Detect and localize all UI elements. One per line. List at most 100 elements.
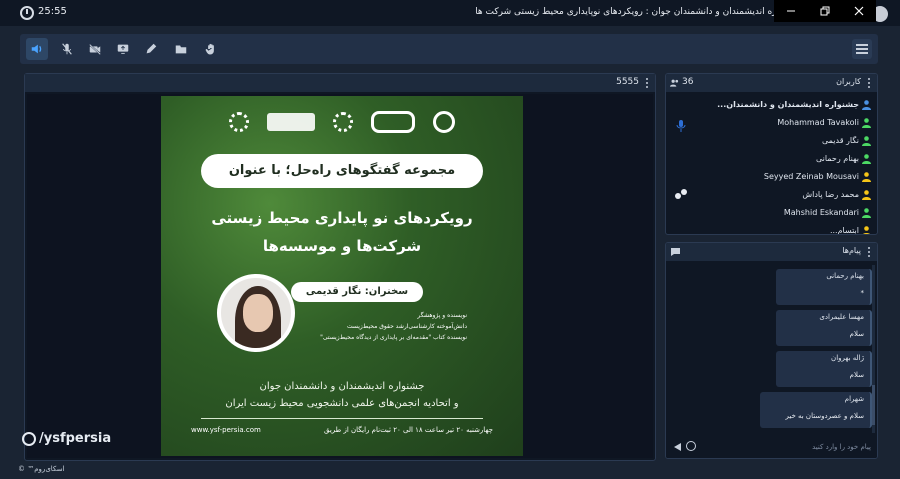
logo-2	[267, 113, 315, 131]
user-list-item[interactable]: Mahshid Eskandari	[666, 205, 877, 222]
mic-off-icon	[62, 43, 72, 55]
users-icon	[670, 79, 679, 87]
logo-5	[433, 111, 455, 133]
message-text: *	[860, 289, 865, 297]
restore-icon	[820, 6, 830, 16]
user-list-item[interactable]: جشنواره اندیشمندان و دانشمندان...	[666, 97, 877, 114]
users-more-icon[interactable]	[868, 78, 871, 88]
user-name: Mahshid Eskandari	[783, 208, 859, 217]
close-button[interactable]	[842, 0, 876, 22]
window-title: جشنواره اندیشمندان و دانشمندان جوان : رو…	[475, 7, 800, 17]
message-text: سلام	[849, 371, 864, 379]
user-icon	[863, 226, 870, 234]
user-list-item[interactable]: محمد رضا پاداش	[666, 187, 877, 204]
message-text: سلام	[849, 330, 864, 338]
session-timer: 25:55	[38, 6, 67, 17]
speaker-button[interactable]	[26, 38, 48, 60]
title-bar: 25:55 جشنواره اندیشمندان و دانشمندان جوا…	[0, 0, 900, 26]
users-panel-title: کاربران	[836, 77, 861, 86]
bio-line: دانش‌آموخته کارشناسی‌ارشد حقوق محیط‌زیست	[346, 323, 467, 330]
close-icon	[854, 6, 864, 16]
user-list-item[interactable]: بهنام رحمانی	[666, 151, 877, 168]
messages-panel: پیام‌ها بهنام رحمانی * مهسا علیمرادی سلام ژا…	[665, 242, 878, 459]
user-list-item[interactable]: Mohammad Tavakoli	[666, 115, 877, 132]
user-name: Mohammad Tavakoli	[777, 118, 859, 127]
user-icon	[862, 136, 871, 146]
user-list-item[interactable]: نگار قدیمی	[666, 133, 877, 150]
video-panel: 5555 مجموعه گفتگوهای راه‌حل؛ با عنوان رو…	[24, 73, 656, 461]
users-panel-header: 36 کاربران	[666, 74, 877, 92]
user-icon	[862, 100, 871, 110]
minimize-icon	[787, 10, 795, 12]
raise-hand-button[interactable]	[200, 38, 222, 60]
minimize-button[interactable]	[774, 0, 808, 22]
sponsor-logos	[161, 108, 523, 136]
user-name: Seyyed Zeinab Mousavi	[763, 172, 859, 181]
files-button[interactable]	[170, 38, 192, 60]
logo-3	[333, 112, 353, 132]
user-icon	[862, 190, 871, 200]
festival-line: و اتحادیه انجمن‌های علمی دانشجویی محیط ز…	[225, 398, 459, 409]
message-input[interactable]: پیام خود را وارد کنید	[700, 440, 871, 454]
user-list-item[interactable]: ابتسام...	[666, 223, 877, 235]
message-composer: پیام خود را وارد کنید	[666, 436, 877, 458]
instagram-watermark: /ysfpersia	[22, 431, 111, 446]
speaker-bio: نویسنده و پژوهشگر دانش‌آموخته کارشناسی‌ا…	[291, 310, 467, 343]
user-icon	[862, 208, 871, 218]
user-icon	[862, 118, 871, 128]
send-icon[interactable]	[674, 443, 681, 451]
message-sender: ژاله بهروان	[831, 354, 864, 362]
maximize-button[interactable]	[808, 0, 842, 22]
camera-off-icon	[89, 43, 101, 55]
pen-icon	[146, 43, 157, 54]
message-list: بهنام رحمانی * مهسا علیمرادی سلام ژاله بهروا…	[666, 263, 877, 431]
message-bubble: ژاله بهروان سلام	[776, 351, 872, 387]
user-list-item[interactable]: Seyyed Zeinab Mousavi	[666, 169, 877, 186]
bio-line: نویسنده کتاب "مقدمه‌ای بر پایداری از دید…	[320, 334, 467, 341]
speaker-icon	[31, 44, 42, 54]
user-name: جشنواره اندیشمندان و دانشمندان...	[717, 100, 859, 109]
bio-line: نویسنده و پژوهشگر	[417, 312, 467, 319]
message-bubble: مهسا علیمرادی سلام	[776, 310, 872, 346]
clock-icon	[20, 6, 34, 20]
message-sender: بهنام رحمانی	[826, 272, 864, 280]
user-name: نگار قدیمی	[821, 136, 859, 145]
more-options-icon[interactable]	[646, 78, 649, 88]
logo-4	[371, 111, 415, 133]
poster-image: مجموعه گفتگوهای راه‌حل؛ با عنوان رویکرده…	[161, 96, 523, 456]
user-name: ابتسام...	[829, 226, 859, 235]
user-icon	[862, 154, 871, 164]
screen-share-icon	[117, 44, 129, 54]
camera-button[interactable]	[84, 38, 106, 60]
menu-icon	[856, 44, 868, 54]
user-icon	[862, 172, 871, 182]
menu-button[interactable]	[852, 39, 872, 59]
message-text: سلام و عصردوستان به خیر	[785, 412, 864, 420]
poster-divider	[201, 418, 483, 419]
poster-headline-line-2: شرکت‌ها و موسسه‌ها	[262, 237, 422, 255]
speaker-label: سخنران: نگار قدیمی	[291, 282, 423, 302]
video-panel-header: 5555	[25, 74, 655, 92]
emoji-icon[interactable]	[686, 441, 696, 451]
poster-festival: جشنواره اندیشمندان و دانشمندان جوان و ات…	[171, 378, 513, 412]
poster-date: چهارشنبه ۲۰ تیر ساعت ۱۸ الی ۲۰ ثبت‌نام ر…	[324, 426, 493, 434]
watermark-text: /ysfpersia	[39, 431, 112, 446]
speaker-photo	[217, 274, 295, 352]
mic-button[interactable]	[56, 38, 78, 60]
poster-headline-line-1: رویکردهای نو پایداری محیط زیستی	[211, 209, 473, 227]
messages-more-icon[interactable]	[868, 247, 871, 257]
users-count: 36	[682, 77, 694, 87]
message-sender: شهرام	[844, 395, 864, 403]
toolbar	[20, 34, 878, 64]
hand-icon	[205, 43, 214, 55]
whiteboard-button[interactable]	[140, 38, 162, 60]
screen-share-button[interactable]	[112, 38, 134, 60]
logo-1	[229, 112, 249, 132]
folder-icon	[175, 45, 187, 54]
user-name: بهنام رحمانی	[815, 154, 859, 163]
message-bubble: شهرام سلام و عصردوستان به خیر	[760, 392, 872, 428]
shared-screen: مجموعه گفتگوهای راه‌حل؛ با عنوان رویکرده…	[27, 94, 653, 458]
messages-scrollbar[interactable]	[872, 265, 875, 433]
message-sender: مهسا علیمرادی	[819, 313, 864, 321]
poster-website: www.ysf-persia.com	[191, 426, 261, 434]
